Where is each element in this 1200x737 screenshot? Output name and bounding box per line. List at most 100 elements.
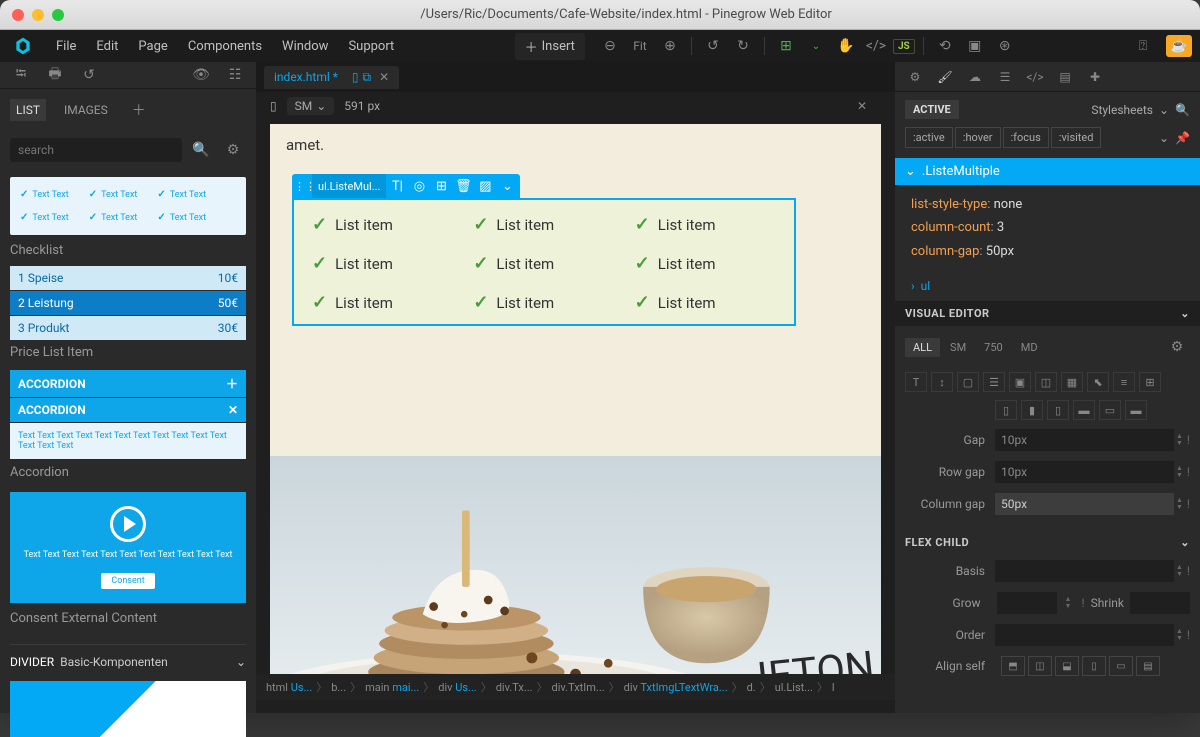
menu-window[interactable]: Window bbox=[274, 35, 336, 58]
spacing-icon[interactable]: ↕ bbox=[931, 372, 953, 392]
search-icon[interactable]: 🔍 bbox=[188, 137, 214, 163]
bg-icon[interactable]: ▦ bbox=[1061, 372, 1083, 392]
stylesheets-dropdown[interactable]: Stylesheets⌄ 🔍 bbox=[1091, 103, 1190, 117]
divider-header[interactable]: DIVIDER Basic-Komponenten ⌄ bbox=[10, 644, 246, 677]
warn-icon[interactable]: ! bbox=[1187, 465, 1190, 479]
transform-icon[interactable]: ◫ bbox=[1035, 372, 1057, 392]
close-canvas-icon[interactable]: ✕ bbox=[857, 99, 867, 113]
list-item[interactable]: ✓List item bbox=[312, 214, 453, 235]
list-item[interactable]: ✓List item bbox=[473, 292, 614, 313]
menu-support[interactable]: Support bbox=[340, 35, 402, 58]
checklist-thumbnail[interactable]: Text Text Text Text Text Text Text Text … bbox=[10, 177, 246, 235]
a5-icon[interactable]: ▭ bbox=[1099, 400, 1121, 420]
consent-thumbnail[interactable]: Text Text Text Text Text Text Text Text … bbox=[10, 492, 246, 603]
accordion-thumbnail[interactable]: ACCORDION＋ ACCORDION✕ Text Text Text Tex… bbox=[10, 370, 246, 459]
bp-750[interactable]: 750 bbox=[976, 338, 1011, 357]
preview-icon[interactable]: ▣ bbox=[962, 33, 988, 59]
insert-button[interactable]: ＋ Insert bbox=[515, 33, 585, 60]
bp-all[interactable]: ALL bbox=[905, 338, 940, 357]
menu-page[interactable]: Page bbox=[130, 35, 175, 58]
warn-icon[interactable]: ! bbox=[1187, 497, 1190, 511]
list-tab-icon[interactable]: ☰ bbox=[995, 70, 1015, 84]
gap-input[interactable] bbox=[995, 429, 1174, 451]
file-tab-active[interactable]: index.html * ▯ ⧉ ✕ bbox=[264, 66, 399, 89]
zoom-out-icon[interactable]: ⊖ bbox=[597, 33, 623, 59]
code-tab-icon[interactable]: </> bbox=[1025, 70, 1045, 84]
globe-icon[interactable]: ⊛ bbox=[992, 33, 1018, 59]
css-rule-props[interactable]: list-style-type: none column-count: 3 co… bbox=[895, 185, 1200, 271]
hatch-icon[interactable]: ▨ bbox=[474, 174, 496, 198]
align-baseline-icon[interactable]: ▭ bbox=[1109, 656, 1133, 676]
close-window[interactable] bbox=[12, 9, 24, 21]
sub-rule[interactable]: › ul bbox=[895, 271, 1200, 301]
layout-tab-icon[interactable]: ▤ bbox=[1055, 70, 1075, 84]
grid-icon[interactable]: ⊞ bbox=[1139, 372, 1161, 392]
bc-item[interactable]: main mai... bbox=[365, 681, 419, 694]
pin-icon[interactable]: 📌 bbox=[1175, 131, 1190, 145]
list-item[interactable]: ✓List item bbox=[635, 292, 776, 313]
rowgap-input[interactable] bbox=[995, 461, 1174, 483]
menu-components[interactable]: Components bbox=[180, 35, 270, 58]
hand-icon[interactable]: ✋ bbox=[833, 33, 859, 59]
duplicate-icon[interactable]: ⧉ bbox=[363, 70, 372, 85]
price-list-thumbnail[interactable]: 1 Speise10€ 2 Leistung50€ 3 Produkt30€ bbox=[10, 266, 246, 341]
align-auto-icon[interactable]: ▤ bbox=[1136, 656, 1160, 676]
puzzle-tab-icon[interactable]: ✚ bbox=[1085, 70, 1105, 84]
visual-editor-header[interactable]: VISUAL EDITOR ⌄ bbox=[895, 301, 1200, 326]
list-item[interactable]: ✓List item bbox=[312, 253, 453, 274]
bp-md[interactable]: MD bbox=[1013, 338, 1046, 357]
add-tab-icon[interactable]: ＋ bbox=[126, 97, 152, 123]
search-input[interactable] bbox=[10, 138, 182, 162]
grid-chevron-icon[interactable]: ⌄ bbox=[803, 33, 829, 59]
panel-icon[interactable]: ☷ bbox=[222, 62, 248, 88]
a4-icon[interactable]: ▬ bbox=[1073, 400, 1095, 420]
undo-icon[interactable]: ↺ bbox=[700, 33, 726, 59]
target-icon[interactable]: ◎ bbox=[408, 174, 430, 198]
order-input[interactable] bbox=[995, 624, 1174, 646]
bc-item[interactable]: ul.List... bbox=[775, 681, 813, 694]
js-badge[interactable]: JS bbox=[893, 39, 915, 54]
align-end-icon[interactable]: ⬓ bbox=[1055, 656, 1079, 676]
fit-button[interactable]: Fit bbox=[627, 33, 653, 59]
state-visited[interactable]: :visited bbox=[1051, 127, 1102, 148]
layout-icon[interactable]: ☰ bbox=[983, 372, 1005, 392]
a3-icon[interactable]: ▯ bbox=[1047, 400, 1069, 420]
minimize-window[interactable] bbox=[32, 9, 44, 21]
menu-file[interactable]: File bbox=[48, 35, 84, 58]
flex-icon[interactable]: ≡ bbox=[1113, 372, 1135, 392]
colgap-input[interactable] bbox=[995, 493, 1174, 515]
bc-item[interactable]: div.Tx... bbox=[496, 681, 533, 694]
cloud-tab-icon[interactable]: ☁ bbox=[965, 70, 985, 84]
align-stretch-icon[interactable]: ▯ bbox=[1082, 656, 1106, 676]
canvas-frame[interactable]: amet. ⋮⋮ ul.ListeMul... T| ◎ ⊞ 🗑 ▨ ⌄ ✓Li… bbox=[270, 124, 881, 674]
state-hover[interactable]: :hover bbox=[955, 127, 1001, 148]
eye-icon[interactable]: 👁 bbox=[188, 62, 214, 88]
border-icon[interactable]: ▢ bbox=[957, 372, 979, 392]
panel-toggle-icon[interactable]: ⭾ bbox=[8, 62, 34, 88]
text-node[interactable]: amet. bbox=[286, 136, 865, 154]
zoom-in-icon[interactable]: ⊕ bbox=[657, 33, 683, 59]
bc-item[interactable]: d. bbox=[747, 681, 756, 694]
a2-icon[interactable]: ▮ bbox=[1021, 400, 1043, 420]
search-rules-icon[interactable]: 🔍 bbox=[1175, 103, 1190, 117]
list-item[interactable]: ✓List item bbox=[473, 214, 614, 235]
list-item[interactable]: ✓List item bbox=[312, 292, 453, 313]
bc-item[interactable]: html Us... bbox=[266, 681, 312, 694]
chevron-down-icon[interactable]: ⌄ bbox=[1159, 131, 1169, 145]
device-icon[interactable]: ▯ bbox=[352, 70, 359, 85]
redo-icon[interactable]: ↻ bbox=[730, 33, 756, 59]
sliders-tab-icon[interactable]: ⚙ bbox=[905, 70, 925, 84]
state-active[interactable]: :active bbox=[905, 127, 953, 148]
help-icon[interactable]: ⍰ bbox=[1130, 33, 1156, 59]
maximize-window[interactable] bbox=[52, 9, 64, 21]
reload-icon[interactable]: ↺ bbox=[76, 62, 102, 88]
position-icon[interactable]: ⬉ bbox=[1087, 372, 1109, 392]
breakpoint-selector[interactable]: SM ⌄ bbox=[287, 97, 335, 115]
refresh-icon[interactable]: ⟲ bbox=[932, 33, 958, 59]
code-icon[interactable]: </> bbox=[863, 33, 889, 59]
text-edit-icon[interactable]: T| bbox=[386, 174, 408, 198]
delete-icon[interactable]: 🗑 bbox=[452, 174, 474, 198]
app-logo-icon[interactable] bbox=[8, 31, 38, 61]
css-rule-header[interactable]: ⌄ .ListeMultiple bbox=[895, 158, 1200, 185]
a1-icon[interactable]: ▯ bbox=[995, 400, 1017, 420]
